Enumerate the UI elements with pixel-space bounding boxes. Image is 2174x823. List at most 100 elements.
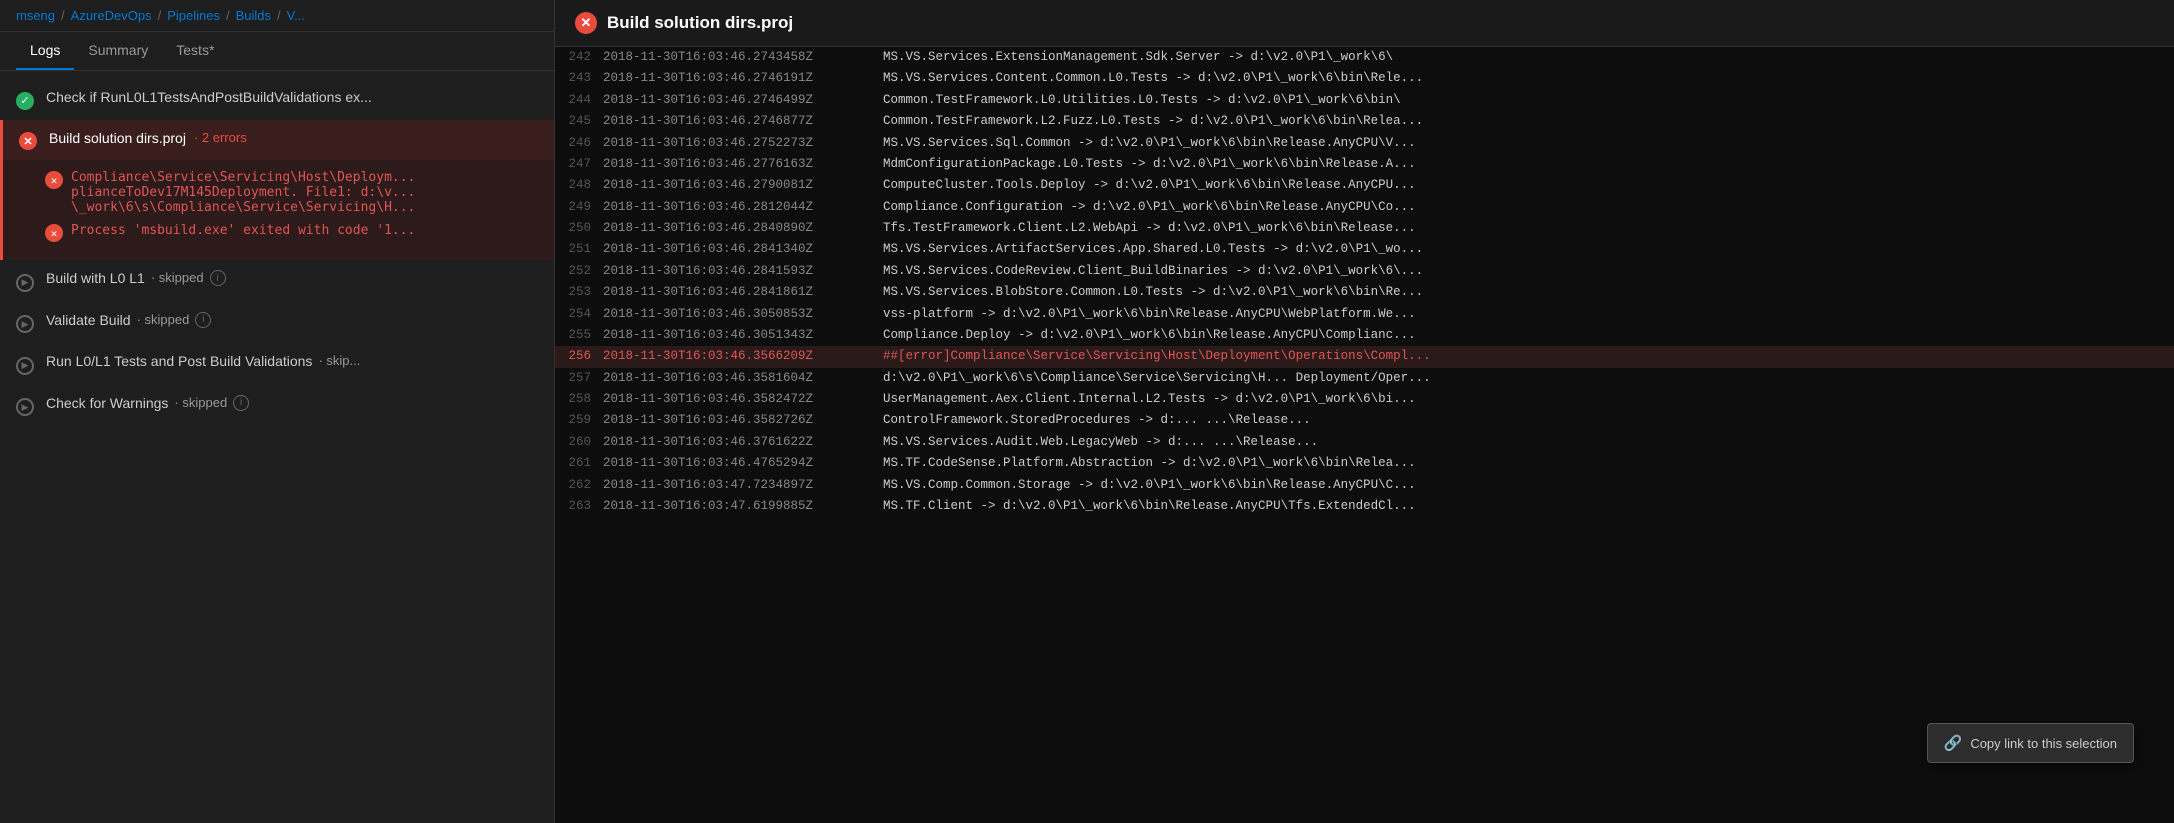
tab-bar: Logs Summary Tests* [0, 32, 554, 71]
breadcrumb-azuredevops[interactable]: AzureDevOps [71, 8, 152, 23]
error-msg-2-text: Process 'msbuild.exe' exited with code '… [71, 223, 415, 238]
log-text: ComputeCluster.Tools.Deploy -> d:\v2.0\P… [883, 176, 2174, 195]
log-timestamp: 2018-11-30T16:03:46.2790081Z [603, 176, 883, 195]
log-text: MS.VS.Comp.Common.Storage -> d:\v2.0\P1\… [883, 476, 2174, 495]
tab-logs[interactable]: Logs [16, 32, 74, 70]
log-line-number: 257 [555, 369, 603, 388]
step-check-run-label: Check if RunL0L1TestsAndPostBuildValidat… [46, 89, 372, 105]
log-row: 2422018-11-30T16:03:46.2743458ZMS.VS.Ser… [555, 47, 2174, 68]
log-line-number: 261 [555, 454, 603, 473]
error-messages-block: ✕ Compliance\Service\Servicing\Host\Depl… [0, 160, 554, 260]
log-line-number: 247 [555, 155, 603, 174]
check-circle-icon: ✓ [16, 91, 34, 110]
step-warnings-status: · skipped [174, 395, 227, 410]
error-badge: · 2 errors [194, 130, 247, 145]
log-text: MS.VS.Services.CodeReview.Client_BuildBi… [883, 262, 2174, 281]
step-check-warnings[interactable]: ▶ Check for Warnings · skipped i [0, 385, 554, 427]
log-line-number: 248 [555, 176, 603, 195]
log-timestamp: 2018-11-30T16:03:46.3582472Z [603, 390, 883, 409]
error-msg-2-icon: ✕ [45, 224, 63, 242]
log-text: vss-platform -> d:\v2.0\P1\_work\6\bin\R… [883, 305, 2174, 324]
log-text: Compliance.Deploy -> d:\v2.0\P1\_work\6\… [883, 326, 2174, 345]
tab-tests[interactable]: Tests* [162, 32, 228, 70]
log-line-number: 242 [555, 48, 603, 67]
play-icon-l0l1: ▶ [16, 272, 34, 292]
log-timestamp: 2018-11-30T16:03:46.3582726Z [603, 411, 883, 430]
log-text: MS.VS.Services.ExtensionManagement.Sdk.S… [883, 48, 2174, 67]
breadcrumb-builds[interactable]: Builds [236, 8, 271, 23]
log-line-number: 252 [555, 262, 603, 281]
log-row: 2532018-11-30T16:03:46.2841861ZMS.VS.Ser… [555, 282, 2174, 303]
log-text: MdmConfigurationPackage.L0.Tests -> d:\v… [883, 155, 2174, 174]
play-icon-tests: ▶ [16, 355, 34, 375]
log-text: MS.VS.Services.BlobStore.Common.L0.Tests… [883, 283, 2174, 302]
log-row: 2602018-11-30T16:03:46.3761622ZMS.VS.Ser… [555, 432, 2174, 453]
log-line-number: 256 [555, 347, 603, 366]
right-header: ✕ Build solution dirs.proj [555, 0, 2174, 47]
step-validate-label: Validate Build [46, 312, 131, 328]
copy-link-tooltip: 🔗 Copy link to this selection [1927, 723, 2134, 763]
log-content[interactable]: 2422018-11-30T16:03:46.2743458ZMS.VS.Ser… [555, 47, 2174, 823]
log-text: MS.VS.Services.Sql.Common -> d:\v2.0\P1\… [883, 134, 2174, 153]
error-msg-1: ✕ Compliance\Service\Servicing\Host\Depl… [45, 170, 538, 215]
step-build-solution[interactable]: ✕ Build solution dirs.proj · 2 errors [0, 120, 554, 161]
log-text: ControlFramework.StoredProcedures -> d:.… [883, 411, 2174, 430]
log-timestamp: 2018-11-30T16:03:47.6199885Z [603, 497, 883, 516]
log-timestamp: 2018-11-30T16:03:47.7234897Z [603, 476, 883, 495]
breadcrumb-pipelines[interactable]: Pipelines [167, 8, 220, 23]
play-icon-warnings: ▶ [16, 397, 34, 417]
breadcrumb-sep-3: / [226, 8, 230, 23]
log-row: 2622018-11-30T16:03:47.7234897ZMS.VS.Com… [555, 475, 2174, 496]
log-row: 2432018-11-30T16:03:46.2746191ZMS.VS.Ser… [555, 68, 2174, 89]
step-l0l1-label: Build with L0 L1 [46, 270, 145, 286]
log-text: UserManagement.Aex.Client.Internal.L2.Te… [883, 390, 2174, 409]
log-line-number: 259 [555, 411, 603, 430]
error-circle-icon: ✕ [19, 132, 37, 151]
play-icon-validate: ▶ [16, 314, 34, 334]
breadcrumb-mseng[interactable]: mseng [16, 8, 55, 23]
log-line-number: 255 [555, 326, 603, 345]
log-line-number: 246 [555, 134, 603, 153]
log-row: 2542018-11-30T16:03:46.3050853Zvss-platf… [555, 304, 2174, 325]
log-row: 2632018-11-30T16:03:47.6199885ZMS.TF.Cli… [555, 496, 2174, 517]
error-msg-1-icon: ✕ [45, 171, 63, 189]
log-timestamp: 2018-11-30T16:03:46.2841861Z [603, 283, 883, 302]
step-validate-build[interactable]: ▶ Validate Build · skipped i [0, 302, 554, 344]
log-text: MS.VS.Services.Audit.Web.LegacyWeb -> d:… [883, 433, 2174, 452]
step-check-run[interactable]: ✓ Check if RunL0L1TestsAndPostBuildValid… [0, 79, 554, 120]
log-line-number: 250 [555, 219, 603, 238]
step-run-tests[interactable]: ▶ Run L0/L1 Tests and Post Build Validat… [0, 343, 554, 385]
log-row: 2562018-11-30T16:03:46.3566209Z##[error]… [555, 346, 2174, 367]
log-text: MS.VS.Services.ArtifactServices.App.Shar… [883, 240, 2174, 259]
step-l0l1-status: · skipped [151, 270, 204, 285]
steps-list: ✓ Check if RunL0L1TestsAndPostBuildValid… [0, 71, 554, 823]
log-row: 2592018-11-30T16:03:46.3582726ZControlFr… [555, 410, 2174, 431]
step-tests-status: · skip... [318, 353, 360, 368]
log-line-number: 263 [555, 497, 603, 516]
log-timestamp: 2018-11-30T16:03:46.2841340Z [603, 240, 883, 259]
log-line-number: 251 [555, 240, 603, 259]
breadcrumb-v[interactable]: V... [287, 8, 305, 23]
log-text: Tfs.TestFramework.Client.L2.WebApi -> d:… [883, 219, 2174, 238]
log-row: 2512018-11-30T16:03:46.2841340ZMS.VS.Ser… [555, 239, 2174, 260]
log-timestamp: 2018-11-30T16:03:46.2746191Z [603, 69, 883, 88]
right-header-error-icon: ✕ [575, 12, 597, 34]
log-timestamp: 2018-11-30T16:03:46.3050853Z [603, 305, 883, 324]
log-row: 2442018-11-30T16:03:46.2746499ZCommon.Te… [555, 90, 2174, 111]
step-build-l0l1[interactable]: ▶ Build with L0 L1 · skipped i [0, 260, 554, 302]
log-line-number: 254 [555, 305, 603, 324]
copy-link-label[interactable]: Copy link to this selection [1970, 736, 2117, 751]
log-text: MS.TF.CodeSense.Platform.Abstraction -> … [883, 454, 2174, 473]
log-row: 2552018-11-30T16:03:46.3051343ZComplianc… [555, 325, 2174, 346]
breadcrumb-sep-1: / [61, 8, 65, 23]
tab-summary[interactable]: Summary [74, 32, 162, 70]
log-timestamp: 2018-11-30T16:03:46.4765294Z [603, 454, 883, 473]
info-icon-l0l1: i [210, 270, 226, 286]
log-text: ##[error]Compliance\Service\Servicing\Ho… [883, 347, 2174, 366]
breadcrumb-sep-4: / [277, 8, 281, 23]
log-line-number: 258 [555, 390, 603, 409]
log-row: 2492018-11-30T16:03:46.2812044ZComplianc… [555, 197, 2174, 218]
log-row: 2612018-11-30T16:03:46.4765294ZMS.TF.Cod… [555, 453, 2174, 474]
log-line-number: 243 [555, 69, 603, 88]
log-line-number: 249 [555, 198, 603, 217]
